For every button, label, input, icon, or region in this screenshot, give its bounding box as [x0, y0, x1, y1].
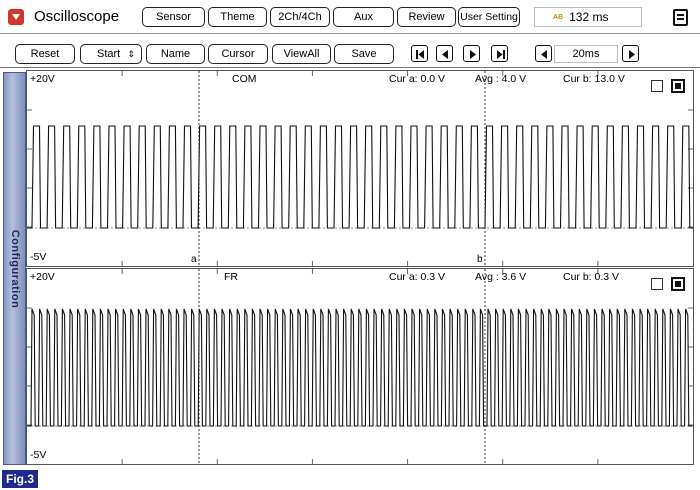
- first-page-icon[interactable]: [411, 45, 428, 62]
- channel-1-waveform: [27, 71, 693, 266]
- zoom-increase-icon[interactable]: [622, 45, 639, 62]
- channel-2-average: Avg : 3.6 V: [475, 271, 527, 283]
- channel-1-cursor-b: Cur b: 13.0 V: [563, 73, 625, 85]
- channel-2-checkbox[interactable]: [651, 278, 663, 290]
- figure-label: Fig.3: [2, 470, 39, 488]
- save-button[interactable]: Save: [334, 44, 394, 64]
- name-button[interactable]: Name: [146, 44, 205, 64]
- last-page-icon[interactable]: [491, 45, 508, 62]
- channel-1-panel: +20V -5V COM Cur a: 0.0 V Avg : 4.0 V Cu…: [26, 70, 694, 267]
- divider: [0, 33, 700, 34]
- top-bar: Oscilloscope Sensor Theme 2Ch/4Ch Aux Re…: [0, 0, 700, 44]
- tab-user-setting[interactable]: User Setting: [458, 7, 520, 27]
- channel-1-vmax: +20V: [30, 73, 55, 85]
- channel-2-cursor-a: Cur a: 0.3 V: [389, 271, 446, 283]
- start-dropdown[interactable]: Start ⇕: [80, 44, 142, 64]
- tab-theme[interactable]: Theme: [208, 7, 267, 27]
- zoom-decrease-icon[interactable]: [535, 45, 552, 62]
- channel-1-vmin: -5V: [30, 251, 47, 263]
- viewall-button[interactable]: ViewAll: [272, 44, 331, 64]
- reset-button[interactable]: Reset: [15, 44, 75, 64]
- divider: [0, 67, 700, 68]
- channel-2-cursor-b: Cur b: 0.3 V: [563, 271, 620, 283]
- cursor-a-marker: a: [191, 254, 197, 265]
- acquisition-time-value: 132 ms: [569, 10, 609, 24]
- channel-1-cursor-a: Cur a: 0.0 V: [389, 73, 446, 85]
- updown-icon: ⇕: [127, 48, 135, 59]
- acquisition-time-display: AB 132 ms: [534, 7, 642, 27]
- channel-2-panel: +20V -5V FR Cur a: 0.3 V Avg : 3.6 V Cur…: [26, 268, 694, 465]
- channel-1-average: Avg : 4.0 V: [475, 73, 527, 85]
- channel-2-name: FR: [224, 271, 238, 283]
- channel-2-toggle[interactable]: [671, 277, 685, 291]
- zoom-value: 20ms: [554, 45, 618, 63]
- configuration-label: Configuration: [8, 229, 21, 308]
- channel-1-checkbox[interactable]: [651, 80, 663, 92]
- tab-2ch-4ch[interactable]: 2Ch/4Ch: [270, 7, 330, 27]
- start-label: Start: [97, 48, 121, 60]
- configuration-tab[interactable]: Configuration: [3, 72, 26, 465]
- waveform-trace: [27, 125, 693, 229]
- ab-icon: AB: [553, 13, 564, 21]
- tab-aux[interactable]: Aux: [333, 7, 394, 27]
- cursor-button[interactable]: Cursor: [208, 44, 268, 64]
- previous-icon[interactable]: [436, 45, 453, 62]
- channel-1-toggle[interactable]: [671, 79, 685, 93]
- app-menu-icon[interactable]: [8, 9, 24, 25]
- waveform-trace: [27, 308, 693, 427]
- app-title: Oscilloscope: [34, 8, 120, 25]
- channel-2-vmax: +20V: [30, 271, 55, 283]
- channel-2-vmin: -5V: [30, 449, 47, 461]
- tab-review[interactable]: Review: [397, 7, 456, 27]
- next-icon[interactable]: [463, 45, 480, 62]
- channel-2-waveform: [27, 269, 693, 464]
- cursor-b-marker: b: [477, 254, 483, 265]
- tab-sensor[interactable]: Sensor: [142, 7, 205, 27]
- channel-1-name: COM: [232, 73, 257, 85]
- menu-icon[interactable]: [673, 9, 688, 26]
